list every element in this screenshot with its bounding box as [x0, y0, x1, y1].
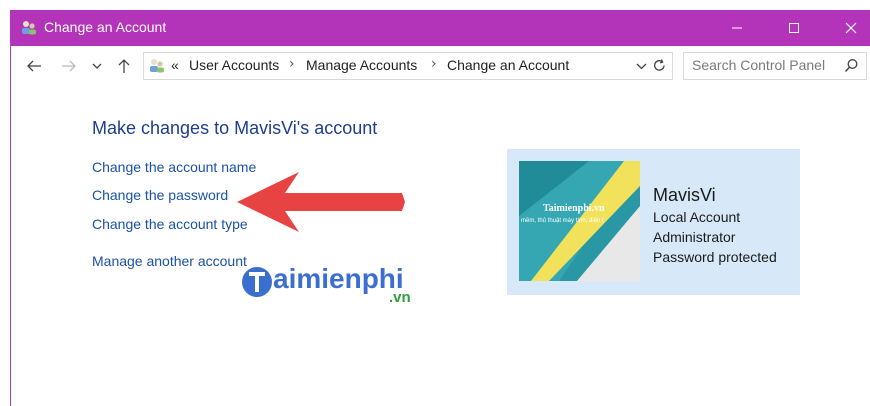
search-placeholder[interactable]: Search Control Panel — [692, 57, 825, 73]
breadcrumb-user-accounts[interactable]: User Accounts — [189, 57, 279, 73]
watermark-text: aimienphi — [273, 263, 404, 294]
breadcrumb-change-an-account[interactable]: Change an Account — [447, 57, 569, 73]
maximize-button[interactable] — [771, 10, 817, 46]
window-title: Change an Account — [44, 19, 167, 35]
forward-arrow-icon — [62, 60, 76, 72]
change-account-type-link[interactable]: Change the account type — [92, 216, 248, 232]
account-status: Password protected — [653, 249, 777, 265]
breadcrumb-manage-accounts[interactable]: Manage Accounts — [306, 57, 417, 73]
back-arrow-icon — [27, 60, 41, 72]
up-button[interactable] — [113, 56, 135, 76]
account-type: Local Account — [653, 209, 741, 225]
change-password-link[interactable]: Change the password — [92, 187, 228, 203]
account-picture: Taimienphi.vn mềm, thủ thuật máy tính, đ… — [519, 161, 640, 281]
close-button[interactable] — [828, 10, 870, 46]
page-title: Make changes to MavisVi's account — [92, 118, 378, 138]
breadcrumb-overflow[interactable]: « — [171, 57, 179, 73]
forward-button[interactable] — [58, 56, 80, 76]
minimize-icon — [732, 27, 742, 29]
recent-locations-button[interactable] — [89, 56, 105, 76]
account-name: MavisVi — [653, 185, 716, 205]
control-panel-window: Change an Account « User Accounts › Mana… — [10, 10, 870, 406]
recent-dropdown-icon — [92, 63, 102, 69]
watermark-domain: .vn — [389, 289, 411, 306]
address-bar[interactable]: « User Accounts › Manage Accounts › Chan… — [143, 52, 673, 80]
picture-caption: Taimienphi.vn — [543, 203, 605, 214]
breadcrumb-separator-icon[interactable]: › — [431, 56, 437, 72]
change-account-name-link[interactable]: Change the account name — [92, 159, 256, 175]
control-panel-icon — [150, 59, 164, 73]
users-icon — [22, 21, 36, 35]
watermark-logo: aimienphi .vn — [237, 258, 437, 310]
title-bar: Change an Account — [11, 10, 870, 46]
back-button[interactable] — [23, 56, 45, 76]
breadcrumb-separator-icon[interactable]: › — [289, 56, 295, 72]
picture-subcaption: mềm, thủ thuật máy tính, điện t — [521, 218, 604, 224]
address-dropdown-icon[interactable] — [636, 62, 647, 70]
account-role: Administrator — [653, 229, 736, 245]
close-icon — [845, 22, 857, 34]
account-card: Taimienphi.vn mềm, thủ thuật máy tính, đ… — [507, 149, 800, 295]
minimize-button[interactable] — [714, 10, 760, 46]
manage-another-account-link[interactable]: Manage another account — [92, 253, 247, 269]
address-toolbar: « User Accounts › Manage Accounts › Chan… — [11, 48, 870, 84]
search-icon[interactable] — [844, 58, 859, 73]
refresh-icon[interactable] — [652, 58, 667, 73]
search-box[interactable]: Search Control Panel — [683, 52, 867, 80]
up-arrow-icon — [118, 59, 130, 73]
red-arrow-annotation — [237, 172, 405, 232]
maximize-icon — [789, 23, 799, 33]
